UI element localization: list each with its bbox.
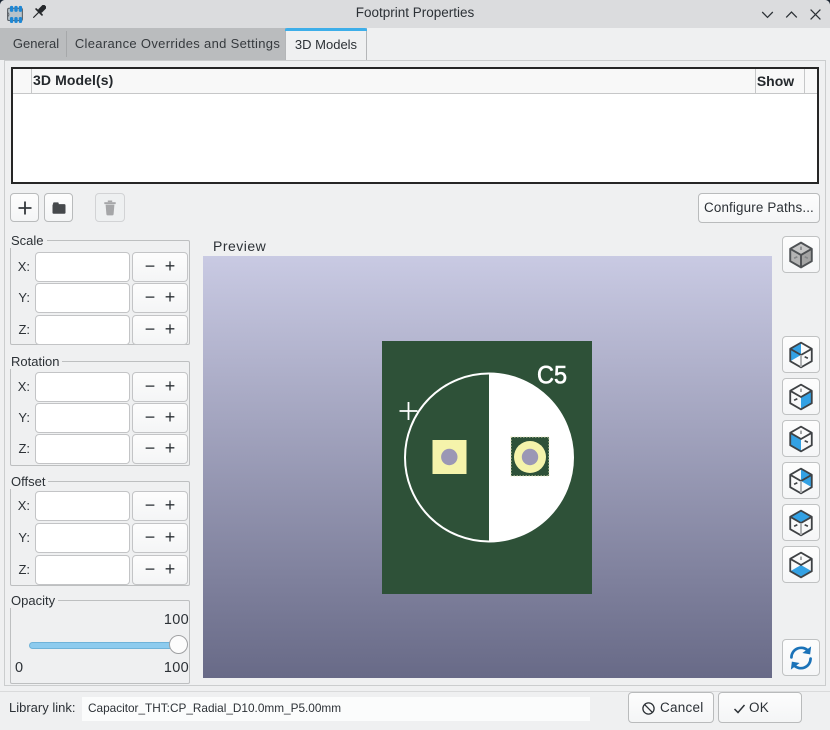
- svg-text:C5: C5: [537, 362, 567, 390]
